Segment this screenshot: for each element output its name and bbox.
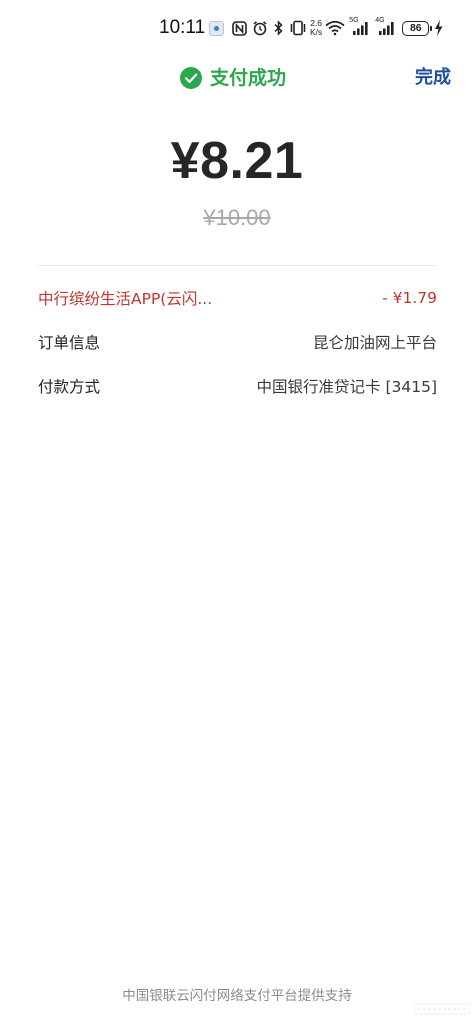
discount-row: 中行缤纷生活APP(云闪... - ¥1.79: [38, 285, 437, 311]
vibrate-icon: [290, 20, 306, 36]
bluetooth-icon: [274, 20, 283, 36]
payment-method-value: 中国银行准贷记卡 [3415]: [256, 378, 437, 396]
wifi-icon: [325, 20, 345, 36]
success-check-icon: [180, 67, 202, 89]
payment-method-row: 付款方式 中国银行准贷记卡 [3415]: [38, 373, 437, 399]
original-amount: ¥10.00: [203, 205, 271, 230]
order-info-value: 昆仑加油网上平台: [312, 334, 437, 352]
alarm-icon: [253, 21, 267, 36]
network-speed-unit: K/s: [310, 27, 323, 37]
discount-value: - ¥1.79: [382, 289, 437, 307]
status-icons: 2.6 K/s 5G 4G 86: [232, 15, 443, 41]
battery-indicator: 86: [402, 20, 433, 36]
payment-status: 支付成功: [180, 65, 286, 91]
app-notification-icon: [209, 21, 224, 36]
nfc-icon: [232, 20, 247, 36]
payment-status-text: 支付成功: [210, 67, 287, 89]
platform-footer: 中国银联云闪付网络支付平台提供支持: [122, 988, 352, 1004]
discount-label: 中行缤纷生活APP(云闪...: [38, 290, 213, 308]
result-header: 支付成功 完成: [0, 62, 474, 96]
cellular-signal-5g: 5G: [349, 17, 371, 36]
cellular-signal-4g: 4G: [375, 17, 397, 36]
order-info-label: 订单信息: [38, 334, 101, 352]
paid-amount: ¥8.21: [170, 132, 304, 190]
status-bar: 10:11 2.6 K/s 5G 4G 86: [0, 0, 474, 54]
done-button[interactable]: 完成: [415, 65, 451, 91]
network-type-label: 4G: [375, 17, 385, 24]
status-time: 10:11: [159, 17, 206, 38]
order-info-row: 订单信息 昆仑加油网上平台: [38, 329, 437, 355]
network-type-label: 5G: [349, 17, 359, 24]
network-speed: 2.6 K/s: [310, 19, 322, 37]
payment-method-label: 付款方式: [38, 378, 101, 396]
watermark-logo: [414, 1003, 470, 1015]
battery-level: 86: [409, 22, 422, 34]
divider: [37, 265, 437, 266]
charging-icon: [435, 20, 443, 36]
